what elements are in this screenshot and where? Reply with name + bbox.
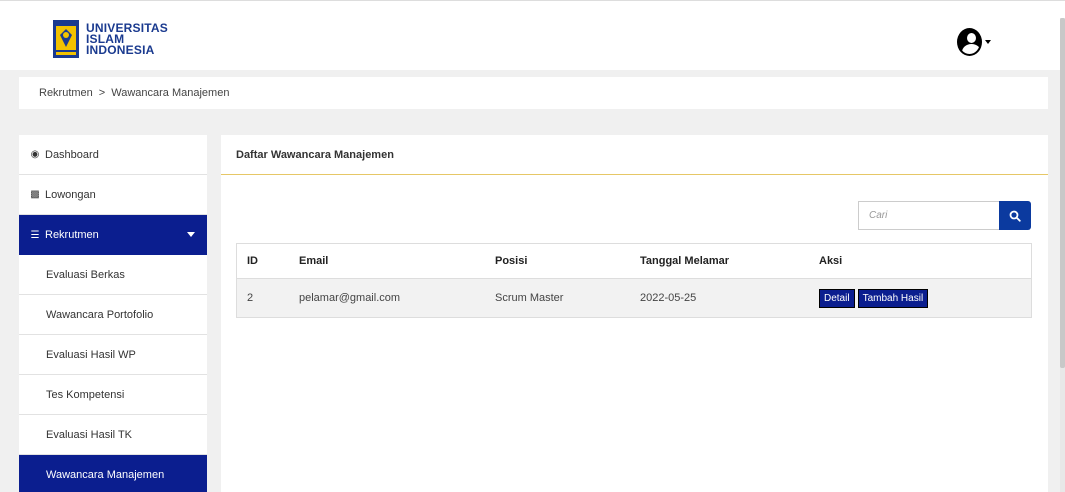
sidebar-subitem-wawancara-manajemen[interactable]: Wawancara Manajemen (19, 455, 207, 492)
panel-title: Daftar Wawancara Manajemen (221, 135, 1048, 175)
sidebar-subitem-label: Wawancara Manajemen (46, 468, 165, 481)
cell-posisi: Scrum Master (495, 292, 564, 304)
sidebar-item-label: Rekrutmen (45, 229, 99, 241)
interview-table: ID Email Posisi Tanggal Melamar Aksi 2 p… (236, 243, 1032, 318)
user-menu[interactable] (957, 27, 991, 57)
sidebar-subitem-label: Evaluasi Hasil WP (46, 348, 136, 361)
avatar-icon (957, 28, 982, 56)
detail-button[interactable]: Detail (819, 288, 855, 308)
sidebar-subitem-wawancara-portofolio[interactable]: Wawancara Portofolio (19, 295, 207, 335)
content-panel: Daftar Wawancara Manajemen Cari ID Email… (221, 135, 1048, 492)
sidebar: ◉ Dashboard ▩ Lowongan ☰ Rekrutmen Evalu… (19, 135, 207, 492)
sidebar-subitem-evaluasi-hasil-tk[interactable]: Evaluasi Hasil TK (19, 415, 207, 455)
table-row: 2 pelamar@gmail.com Scrum Master 2022-05… (237, 279, 1031, 317)
top-navbar: UNIVERSITAS ISLAM INDONESIA (0, 0, 1065, 70)
search-bar: Cari (858, 201, 1031, 230)
sidebar-item-label: Dashboard (45, 148, 99, 161)
sidebar-item-dashboard[interactable]: ◉ Dashboard (19, 135, 207, 175)
breadcrumb-parent[interactable]: Rekrutmen (39, 87, 93, 99)
cell-id: 2 (247, 292, 254, 304)
caret-down-icon (985, 40, 991, 44)
search-icon (1009, 210, 1021, 222)
column-header-email: Email (299, 255, 329, 267)
dashboard-icon: ◉ (30, 149, 40, 160)
breadcrumb: Rekrutmen > Wawancara Manajemen (19, 77, 1048, 109)
sidebar-subitem-tes-kompetensi[interactable]: Tes Kompetensi (19, 375, 207, 415)
column-header-aksi: Aksi (819, 255, 843, 267)
cell-email: pelamar@gmail.com (299, 292, 401, 304)
table-header: ID Email Posisi Tanggal Melamar Aksi (237, 244, 1031, 279)
sidebar-subitem-label: Evaluasi Berkas (46, 268, 125, 281)
university-logo[interactable]: UNIVERSITAS ISLAM INDONESIA (52, 19, 168, 59)
scrollbar-thumb[interactable] (1060, 18, 1065, 368)
page-scrollbar[interactable] (1060, 18, 1065, 492)
sidebar-subitem-evaluasi-hasil-wp[interactable]: Evaluasi Hasil WP (19, 335, 207, 375)
column-header-tanggal: Tanggal Melamar (640, 255, 730, 267)
column-header-posisi: Posisi (495, 255, 528, 267)
university-name: UNIVERSITAS ISLAM INDONESIA (86, 22, 168, 57)
caret-down-icon (187, 232, 195, 237)
search-input[interactable]: Cari (858, 201, 999, 230)
breadcrumb-current: Wawancara Manajemen (111, 87, 230, 99)
breadcrumb-separator: > (98, 87, 106, 99)
briefcase-icon: ▩ (30, 189, 40, 200)
cell-tanggal: 2022-05-25 (640, 292, 697, 304)
list-icon: ☰ (30, 229, 40, 241)
tambah-hasil-button[interactable]: Tambah Hasil (857, 288, 929, 308)
sidebar-item-label: Lowongan (45, 188, 96, 201)
brand-line-3: INDONESIA (86, 42, 155, 57)
cell-aksi: Detail Tambah Hasil (819, 288, 1031, 308)
sidebar-item-rekrutmen[interactable]: ☰ Rekrutmen (19, 215, 207, 255)
search-button[interactable] (999, 201, 1031, 230)
sidebar-subitem-label: Evaluasi Hasil TK (46, 428, 132, 441)
sidebar-subitem-label: Wawancara Portofolio (46, 308, 154, 321)
column-header-id: ID (247, 255, 258, 267)
sidebar-subitem-evaluasi-berkas[interactable]: Evaluasi Berkas (19, 255, 207, 295)
uii-emblem-icon (53, 20, 79, 58)
sidebar-item-lowongan[interactable]: ▩ Lowongan (19, 175, 207, 215)
sidebar-subitem-label: Tes Kompetensi (46, 388, 125, 401)
